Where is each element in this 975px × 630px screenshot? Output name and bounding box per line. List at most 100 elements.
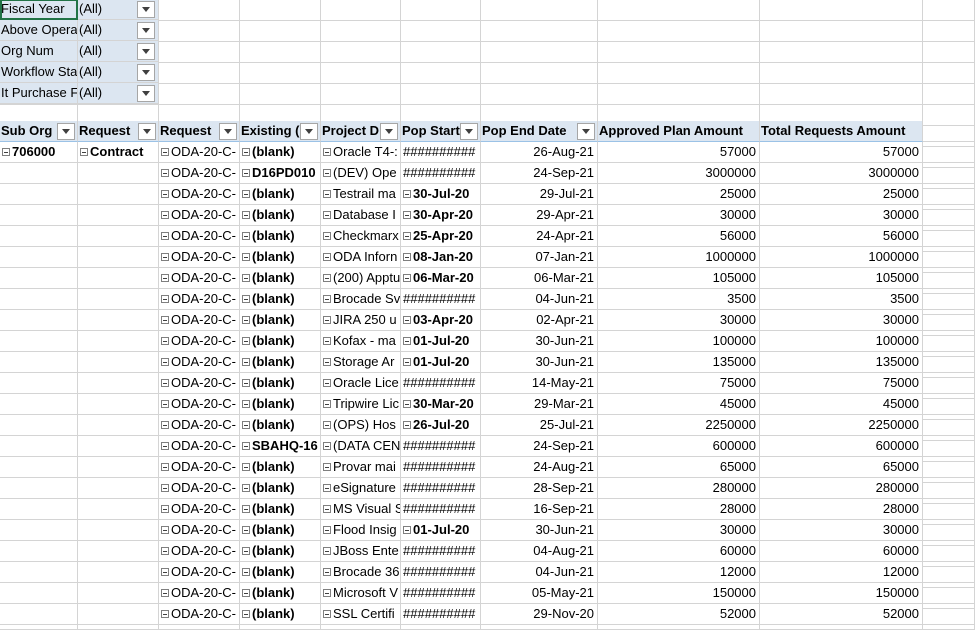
column-filter-button[interactable]	[577, 123, 595, 140]
collapse-toggle-icon[interactable]	[323, 337, 331, 345]
table-cell-pop-start[interactable]: ##########	[401, 289, 481, 310]
grid-cell[interactable]	[481, 0, 598, 21]
collapse-toggle-icon[interactable]	[403, 274, 411, 282]
collapse-toggle-icon[interactable]	[242, 148, 250, 156]
grid-cell[interactable]	[321, 0, 401, 21]
table-cell-existing[interactable]: (blank)	[240, 583, 321, 604]
grid-cell[interactable]	[923, 142, 975, 163]
table-cell-pop-start[interactable]: 01-Jul-20	[401, 520, 481, 541]
grid-cell[interactable]	[923, 415, 975, 436]
table-cell-pop-start[interactable]: 30-Apr-20	[401, 205, 481, 226]
table-cell-project[interactable]: Database I	[321, 205, 401, 226]
table-cell-sub-org[interactable]	[0, 394, 78, 415]
grid-cell[interactable]	[159, 42, 240, 63]
table-cell-approved[interactable]: 56000	[598, 226, 760, 247]
table-cell-existing[interactable]: (blank)	[240, 541, 321, 562]
table-cell-sub-org[interactable]	[0, 247, 78, 268]
collapse-toggle-icon[interactable]	[323, 148, 331, 156]
grid-cell[interactable]	[481, 21, 598, 42]
collapse-toggle-icon[interactable]	[323, 526, 331, 534]
table-cell-pop-end[interactable]: 16-Sep-21	[481, 499, 598, 520]
collapse-toggle-icon[interactable]	[242, 169, 250, 177]
table-cell-approved[interactable]: 105000	[598, 268, 760, 289]
table-cell-pop-end[interactable]: 04-Jun-21	[481, 289, 598, 310]
table-cell-request[interactable]: ODA-20-C-	[159, 373, 240, 394]
table-cell-request-type[interactable]	[78, 247, 159, 268]
table-cell-request[interactable]: ODA-20-C-	[159, 205, 240, 226]
table-cell-approved[interactable]: 1000000	[598, 247, 760, 268]
grid-cell[interactable]	[240, 0, 321, 21]
table-cell-request[interactable]: ODA-20-C-	[159, 520, 240, 541]
grid-cell[interactable]	[401, 0, 481, 21]
table-cell-total[interactable]: 60000	[760, 541, 923, 562]
table-cell-request-type[interactable]	[78, 499, 159, 520]
table-cell-total[interactable]: 28000	[760, 499, 923, 520]
table-cell-existing[interactable]: (blank)	[240, 226, 321, 247]
grid-cell[interactable]	[923, 562, 975, 583]
table-cell-project[interactable]: Testrail ma	[321, 184, 401, 205]
collapse-toggle-icon[interactable]	[323, 232, 331, 240]
collapse-toggle-icon[interactable]	[242, 568, 250, 576]
table-cell-existing[interactable]: (blank)	[240, 310, 321, 331]
table-cell-project[interactable]: Brocade 36	[321, 562, 401, 583]
collapse-toggle-icon[interactable]	[161, 568, 169, 576]
grid-cell[interactable]	[923, 247, 975, 268]
grid-cell[interactable]	[923, 394, 975, 415]
filter-dropdown-button[interactable]	[137, 85, 155, 102]
table-cell-sub-org[interactable]	[0, 520, 78, 541]
table-cell-pop-end[interactable]: 25-Jul-21	[481, 415, 598, 436]
table-cell-existing[interactable]: SBAHQ-16	[240, 436, 321, 457]
table-cell-pop-start[interactable]: 26-Jul-20	[401, 415, 481, 436]
grid-cell[interactable]	[923, 478, 975, 499]
table-cell-existing[interactable]: (blank)	[240, 478, 321, 499]
table-cell-request-type[interactable]	[78, 457, 159, 478]
table-cell-total[interactable]: 280000	[760, 478, 923, 499]
table-cell-approved[interactable]: 3000000	[598, 163, 760, 184]
table-cell-pop-end[interactable]: 28-Sep-21	[481, 478, 598, 499]
column-filter-button[interactable]	[138, 123, 156, 140]
table-cell-approved[interactable]: 600000	[598, 436, 760, 457]
grid-cell[interactable]	[401, 63, 481, 84]
grid-cell[interactable]	[923, 226, 975, 247]
collapse-toggle-icon[interactable]	[403, 526, 411, 534]
spreadsheet-grid[interactable]: Fiscal Year (All) Above Opera (All) Org Num(…	[0, 0, 975, 630]
table-cell-request-type[interactable]	[78, 583, 159, 604]
collapse-toggle-icon[interactable]	[323, 190, 331, 198]
table-cell-request-type[interactable]	[78, 268, 159, 289]
table-cell-pop-start[interactable]: ##########	[401, 478, 481, 499]
collapse-toggle-icon[interactable]	[323, 358, 331, 366]
grid-cell[interactable]	[923, 499, 975, 520]
collapse-toggle-icon[interactable]	[2, 148, 10, 156]
collapse-toggle-icon[interactable]	[161, 358, 169, 366]
table-cell-total[interactable]: 75000	[760, 373, 923, 394]
table-cell-request-type[interactable]	[78, 331, 159, 352]
collapse-toggle-icon[interactable]	[403, 358, 411, 366]
grid-cell[interactable]	[401, 84, 481, 105]
table-cell-request[interactable]: ODA-20-C-	[159, 394, 240, 415]
table-cell-project[interactable]: Flood Insig	[321, 520, 401, 541]
filter-dropdown-button[interactable]	[137, 64, 155, 81]
filter-dropdown-button[interactable]	[137, 43, 155, 60]
collapse-toggle-icon[interactable]	[242, 253, 250, 261]
collapse-toggle-icon[interactable]	[242, 232, 250, 240]
collapse-toggle-icon[interactable]	[242, 337, 250, 345]
table-cell-pop-start[interactable]: ##########	[401, 373, 481, 394]
grid-cell[interactable]	[923, 583, 975, 604]
grid-cell[interactable]	[401, 21, 481, 42]
grid-cell[interactable]	[923, 520, 975, 541]
table-cell-request-type[interactable]	[78, 289, 159, 310]
table-cell-project[interactable]: Microsoft V	[321, 583, 401, 604]
grid-cell[interactable]	[321, 63, 401, 84]
grid-cell[interactable]	[760, 84, 923, 105]
collapse-toggle-icon[interactable]	[323, 169, 331, 177]
table-cell-total[interactable]: 1000000	[760, 247, 923, 268]
table-cell-request-type[interactable]	[78, 562, 159, 583]
table-cell-total[interactable]: 57000	[760, 142, 923, 163]
table-cell-pop-start[interactable]: ##########	[401, 499, 481, 520]
table-cell-pop-end[interactable]: 24-Aug-21	[481, 457, 598, 478]
table-cell-existing[interactable]: (blank)	[240, 394, 321, 415]
table-cell-request[interactable]: ODA-20-C-	[159, 331, 240, 352]
table-cell-existing[interactable]: (blank)	[240, 457, 321, 478]
grid-cell[interactable]	[321, 42, 401, 63]
table-cell-pop-start[interactable]: ##########	[401, 583, 481, 604]
